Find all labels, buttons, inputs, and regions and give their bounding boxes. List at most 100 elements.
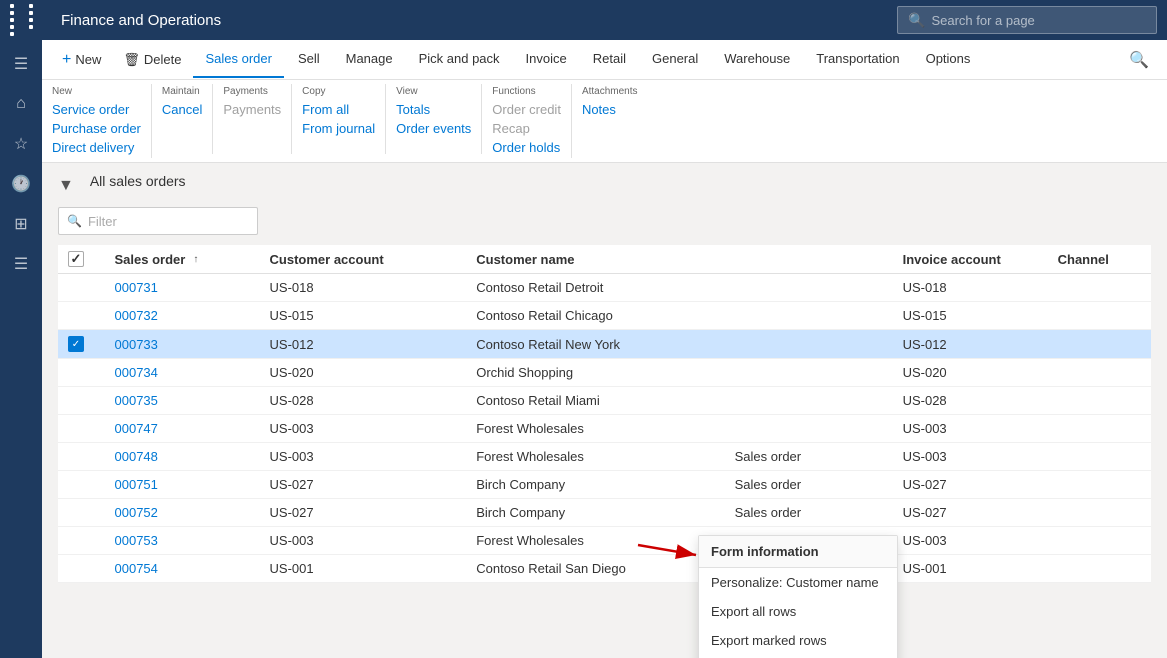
table-row[interactable]: 000753US-003Forest WholesalesSales order… <box>58 527 1151 555</box>
sidebar: ☰ ⌂ ☆ 🕐 ⊞ ☰ <box>0 40 42 658</box>
row-order[interactable]: 000733 <box>105 330 260 359</box>
th-sales-order[interactable]: Sales order ↑ <box>105 245 260 274</box>
context-menu-export-all[interactable]: Export all rows <box>699 597 897 626</box>
th-check[interactable]: ✓ <box>58 245 105 274</box>
row-channel <box>1048 387 1151 415</box>
table-row[interactable]: 000735US-028Contoso Retail MiamiUS-028 <box>58 387 1151 415</box>
th-customer-account[interactable]: Customer account <box>260 245 467 274</box>
tab-options[interactable]: Options <box>914 42 983 78</box>
select-all-checkbox[interactable]: ✓ <box>68 251 84 267</box>
row-check-cell[interactable] <box>58 471 105 499</box>
row-check-cell[interactable]: ✓ <box>58 330 105 359</box>
row-order[interactable]: 000732 <box>105 302 260 330</box>
cancel-item[interactable]: Cancel <box>162 101 202 118</box>
new-button[interactable]: + New <box>52 42 111 78</box>
row-check-cell[interactable] <box>58 274 105 302</box>
tab-manage[interactable]: Manage <box>334 42 405 78</box>
table-row[interactable]: 000731US-018Contoso Retail DetroitUS-018 <box>58 274 1151 302</box>
row-type: Sales order <box>725 443 893 471</box>
row-order[interactable]: 000731 <box>105 274 260 302</box>
filter-input-wrapper[interactable]: 🔍 <box>58 207 258 235</box>
totals-item[interactable]: Totals <box>396 101 471 118</box>
context-menu-export-marked[interactable]: Export marked rows <box>699 626 897 655</box>
order-holds-item[interactable]: Order holds <box>492 139 561 156</box>
th-invoice-account[interactable]: Invoice account <box>893 245 1048 274</box>
ribbon-group-view-label: View <box>396 86 418 97</box>
row-check-cell[interactable] <box>58 527 105 555</box>
row-customer-name: Contoso Retail Detroit <box>466 274 724 302</box>
tab-sales-order[interactable]: Sales order <box>193 42 283 78</box>
row-order[interactable]: 000753 <box>105 527 260 555</box>
row-order[interactable]: 000748 <box>105 443 260 471</box>
tab-retail[interactable]: Retail <box>581 42 638 78</box>
ribbon-group-copy-label: Copy <box>302 86 325 97</box>
delete-button[interactable]: 🗑 Delete <box>113 42 191 78</box>
tab-pick-pack[interactable]: Pick and pack <box>407 42 512 78</box>
row-customer-name: Contoso Retail Chicago <box>466 302 724 330</box>
th-type[interactable] <box>725 245 893 274</box>
home-icon[interactable]: ⌂ <box>3 86 39 122</box>
tab-invoice[interactable]: Invoice <box>514 42 579 78</box>
workspace-icon[interactable]: ⊞ <box>3 206 39 242</box>
from-journal-item[interactable]: From journal <box>302 120 375 137</box>
order-credit-item: Order credit <box>492 101 561 118</box>
row-check-cell[interactable] <box>58 499 105 527</box>
order-events-item[interactable]: Order events <box>396 120 471 137</box>
ribbon-group-functions-label: Functions <box>492 86 535 97</box>
row-check-cell[interactable] <box>58 443 105 471</box>
page-search[interactable]: 🔍 <box>897 6 1157 34</box>
row-check-cell[interactable] <box>58 359 105 387</box>
row-invoice-account: US-027 <box>893 499 1048 527</box>
row-customer-name: Birch Company <box>466 499 724 527</box>
row-check-cell[interactable] <box>58 302 105 330</box>
row-check-cell[interactable] <box>58 387 105 415</box>
hamburger-icon[interactable]: ☰ <box>3 46 39 82</box>
page-search-input[interactable] <box>931 13 1131 28</box>
row-type <box>725 274 893 302</box>
ribbon-group-new: New Service order Purchase order Direct … <box>52 84 152 158</box>
row-order[interactable]: 000752 <box>105 499 260 527</box>
tab-general[interactable]: General <box>640 42 710 78</box>
tab-sell[interactable]: Sell <box>286 42 332 78</box>
filter-icon[interactable]: ▼ <box>58 177 74 195</box>
notes-item[interactable]: Notes <box>582 101 616 118</box>
table-row[interactable]: 000754US-001Contoso Retail San DiegoSale… <box>58 555 1151 583</box>
purchase-order-item[interactable]: Purchase order <box>52 120 141 137</box>
app-grid-icon[interactable] <box>10 4 45 36</box>
row-customer-name: Birch Company <box>466 471 724 499</box>
tab-transportation[interactable]: Transportation <box>804 42 911 78</box>
favorites-icon[interactable]: ☆ <box>3 126 39 162</box>
row-check-cell[interactable] <box>58 415 105 443</box>
tab-warehouse[interactable]: Warehouse <box>712 42 802 78</box>
ribbon-group-maintain-label: Maintain <box>162 86 200 97</box>
table-row[interactable]: 000732US-015Contoso Retail ChicagoUS-015 <box>58 302 1151 330</box>
row-order[interactable]: 000751 <box>105 471 260 499</box>
row-order[interactable]: 000754 <box>105 555 260 583</box>
modules-icon[interactable]: ☰ <box>3 246 39 282</box>
context-menu-personalize[interactable]: Personalize: Customer name <box>699 568 897 597</box>
row-check-cell[interactable] <box>58 555 105 583</box>
direct-delivery-item[interactable]: Direct delivery <box>52 139 141 156</box>
row-invoice-account: US-015 <box>893 302 1048 330</box>
table-row[interactable]: 000751US-027Birch CompanySales orderUS-0… <box>58 471 1151 499</box>
row-checkbox[interactable]: ✓ <box>68 336 84 352</box>
table-row[interactable]: 000752US-027Birch CompanySales orderUS-0… <box>58 499 1151 527</box>
row-order[interactable]: 000735 <box>105 387 260 415</box>
table-row[interactable]: 000734US-020Orchid ShoppingUS-020 <box>58 359 1151 387</box>
recent-icon[interactable]: 🕐 <box>3 166 39 202</box>
table-row[interactable]: ✓000733US-012Contoso Retail New YorkUS-0… <box>58 330 1151 359</box>
service-order-item[interactable]: Service order <box>52 101 141 118</box>
page-content: ▼ All sales orders 🔍 ✓ <box>42 163 1167 658</box>
ribbon-search-button[interactable]: 🔍 <box>1121 50 1157 70</box>
th-customer-name[interactable]: Customer name <box>466 245 724 274</box>
row-order[interactable]: 000734 <box>105 359 260 387</box>
th-channel[interactable]: Channel <box>1048 245 1151 274</box>
row-customer-name: Contoso Retail San Diego <box>466 555 724 583</box>
from-all-item[interactable]: From all <box>302 101 375 118</box>
filter-input[interactable] <box>88 214 248 229</box>
table-row[interactable]: 000748US-003Forest WholesalesSales order… <box>58 443 1151 471</box>
row-invoice-account: US-027 <box>893 471 1048 499</box>
table-row[interactable]: 000747US-003Forest WholesalesUS-003 <box>58 415 1151 443</box>
row-order[interactable]: 000747 <box>105 415 260 443</box>
context-menu-header: Form information <box>699 536 897 568</box>
